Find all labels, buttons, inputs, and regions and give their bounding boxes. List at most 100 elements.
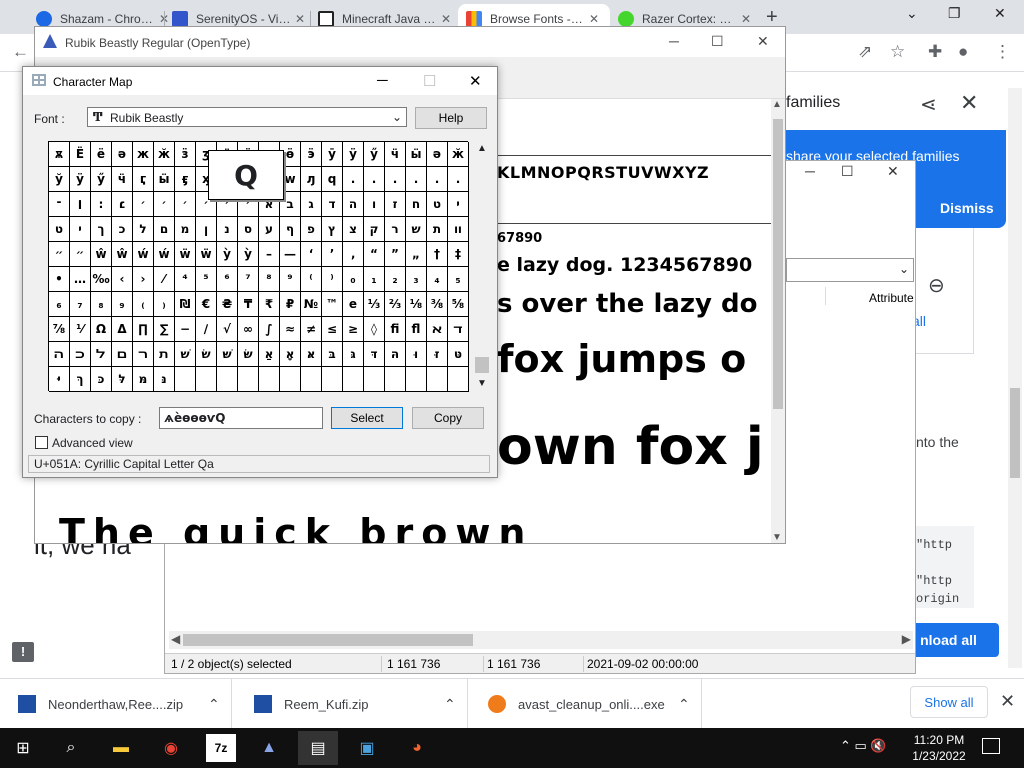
character-cell[interactable]: ӵ bbox=[385, 142, 406, 167]
character-cell[interactable]: † bbox=[427, 242, 448, 267]
character-cell[interactable]: ⁽ bbox=[301, 267, 322, 292]
restore-icon[interactable]: ❐ bbox=[948, 5, 961, 22]
character-cell[interactable]: ӳ bbox=[364, 142, 385, 167]
copy-button[interactable]: Copy bbox=[412, 407, 484, 429]
character-cell[interactable]: ẅ bbox=[196, 242, 217, 267]
scroll-right-icon[interactable]: ▶ bbox=[902, 632, 911, 646]
close-tab-icon[interactable]: ✕ bbox=[738, 12, 754, 26]
character-cell[interactable] bbox=[343, 367, 364, 392]
character-cell[interactable]: ﬨ bbox=[154, 342, 175, 367]
character-cell[interactable]: ר bbox=[385, 217, 406, 242]
character-cell[interactable]: ⁹ bbox=[280, 267, 301, 292]
remove-circle-icon[interactable]: ⊖ bbox=[928, 273, 945, 298]
scroll-left-icon[interactable]: ◀ bbox=[171, 632, 180, 646]
character-cell[interactable]: ⁴ bbox=[175, 267, 196, 292]
windows-start-icon[interactable]: ⊞ bbox=[8, 734, 38, 762]
character-cell[interactable]: צ bbox=[343, 217, 364, 242]
character-cell[interactable]: ₀ bbox=[343, 267, 364, 292]
character-cell[interactable]: √ bbox=[217, 317, 238, 342]
system-tray[interactable]: ⌃ ▭ 🔇 bbox=[840, 738, 887, 754]
character-cell[interactable]: ﬡ bbox=[427, 317, 448, 342]
character-cell[interactable] bbox=[238, 367, 259, 392]
character-cell[interactable]: ₃ bbox=[406, 267, 427, 292]
clock[interactable]: 11:20 PM 1/23/2022 bbox=[904, 732, 974, 764]
character-cell[interactable]: יּ bbox=[49, 367, 70, 392]
character-cell[interactable]: ӱ bbox=[70, 167, 91, 192]
character-cell[interactable]: ≈ bbox=[280, 317, 301, 342]
character-cell[interactable]: ” bbox=[385, 242, 406, 267]
character-cell[interactable]: ⁷ bbox=[238, 267, 259, 292]
character-cell[interactable]: ל bbox=[133, 217, 154, 242]
character-cell[interactable]: ⁾ bbox=[322, 267, 343, 292]
character-cell[interactable]: ט bbox=[427, 192, 448, 217]
character-cell[interactable]: ן bbox=[196, 217, 217, 242]
character-cell[interactable]: ẃ bbox=[154, 242, 175, 267]
scroll-down-icon[interactable]: ▼ bbox=[477, 378, 487, 389]
close-icon[interactable]: ✕ bbox=[994, 5, 1006, 22]
character-cell[interactable]: וּ bbox=[406, 342, 427, 367]
close-icon[interactable]: ✕ bbox=[1000, 691, 1015, 712]
character-cell[interactable]: ‚ bbox=[343, 242, 364, 267]
character-cell[interactable]: ⅛ bbox=[406, 292, 427, 317]
star-icon[interactable]: ☆ bbox=[890, 42, 905, 62]
character-cell[interactable]: ׳ bbox=[154, 192, 175, 217]
character-cell[interactable]: ץ bbox=[322, 217, 343, 242]
character-cell[interactable]: ₈ bbox=[91, 292, 112, 317]
character-cell[interactable]: װ bbox=[448, 217, 469, 242]
close-icon[interactable]: ✕ bbox=[887, 163, 899, 180]
character-cell[interactable]: שׂ bbox=[196, 342, 217, 367]
character-cell[interactable]: כ bbox=[112, 217, 133, 242]
character-cell[interactable]: ד bbox=[322, 192, 343, 217]
character-cell[interactable]: ₇ bbox=[70, 292, 91, 317]
character-cell[interactable]: גּ bbox=[343, 342, 364, 367]
download-item[interactable]: Reem_Kufi.zip ⌃ bbox=[236, 679, 468, 729]
chrome-icon[interactable]: ◉ bbox=[156, 734, 186, 762]
character-cell[interactable]: ⅝ bbox=[448, 292, 469, 317]
character-cell[interactable] bbox=[385, 367, 406, 392]
character-cell[interactable]: דּ bbox=[364, 342, 385, 367]
character-cell[interactable] bbox=[175, 367, 196, 392]
advanced-view-label[interactable]: Advanced view bbox=[52, 436, 133, 450]
download-item[interactable]: avast_cleanup_onli....exe ⌃ bbox=[470, 679, 702, 729]
character-cell[interactable]: ג bbox=[301, 192, 322, 217]
close-icon[interactable]: ✕ bbox=[469, 72, 482, 90]
character-cell[interactable]: ∑ bbox=[154, 317, 175, 342]
character-cell[interactable]: . bbox=[406, 167, 427, 192]
character-cell[interactable] bbox=[364, 367, 385, 392]
close-tab-icon[interactable]: ✕ bbox=[438, 12, 454, 26]
character-cell[interactable]: ‘ bbox=[301, 242, 322, 267]
character-cell[interactable]: שּׁ bbox=[217, 342, 238, 367]
character-cell[interactable]: ₍ bbox=[133, 292, 154, 317]
file-explorer-icon[interactable]: ▬ bbox=[106, 734, 136, 762]
character-cell[interactable]: . bbox=[448, 167, 469, 192]
character-cell[interactable]: ₄ bbox=[427, 267, 448, 292]
character-cell[interactable]: ‡ bbox=[448, 242, 469, 267]
character-cell[interactable]: ⅓ bbox=[364, 292, 385, 317]
share-icon[interactable]: ⇗ bbox=[858, 42, 872, 62]
character-cell[interactable]: ך bbox=[91, 217, 112, 242]
character-cell[interactable]: ™ bbox=[322, 292, 343, 317]
app-icon[interactable]: ▣ bbox=[352, 734, 382, 762]
character-cell[interactable]: ỳ bbox=[217, 242, 238, 267]
character-cell[interactable]: › bbox=[133, 267, 154, 292]
character-cell[interactable]: ׳ bbox=[175, 192, 196, 217]
minimize-icon[interactable]: ─ bbox=[377, 72, 388, 89]
character-cell[interactable]: ק bbox=[364, 217, 385, 242]
character-cell[interactable]: ⅞ bbox=[49, 317, 70, 342]
character-cell[interactable]: ₎ bbox=[154, 292, 175, 317]
character-cell[interactable]: ԓ bbox=[301, 167, 322, 192]
extensions-icon[interactable]: ✚ bbox=[928, 42, 942, 62]
character-cell[interactable]: ₹ bbox=[259, 292, 280, 317]
character-cell[interactable]: . bbox=[427, 167, 448, 192]
scroll-up-icon[interactable]: ▲ bbox=[477, 143, 487, 154]
character-cell[interactable]: ⅟ bbox=[70, 317, 91, 342]
share-icon[interactable]: ⋖ bbox=[920, 92, 937, 117]
character-cell[interactable]: שׁ bbox=[175, 342, 196, 367]
character-cell[interactable]: ₸ bbox=[238, 292, 259, 317]
character-cell[interactable]: ’ bbox=[322, 242, 343, 267]
character-cell[interactable] bbox=[196, 367, 217, 392]
show-all-button[interactable]: Show all bbox=[910, 686, 988, 718]
character-cell[interactable]: מּ bbox=[133, 367, 154, 392]
character-cell[interactable] bbox=[406, 367, 427, 392]
character-cell[interactable]: № bbox=[301, 292, 322, 317]
